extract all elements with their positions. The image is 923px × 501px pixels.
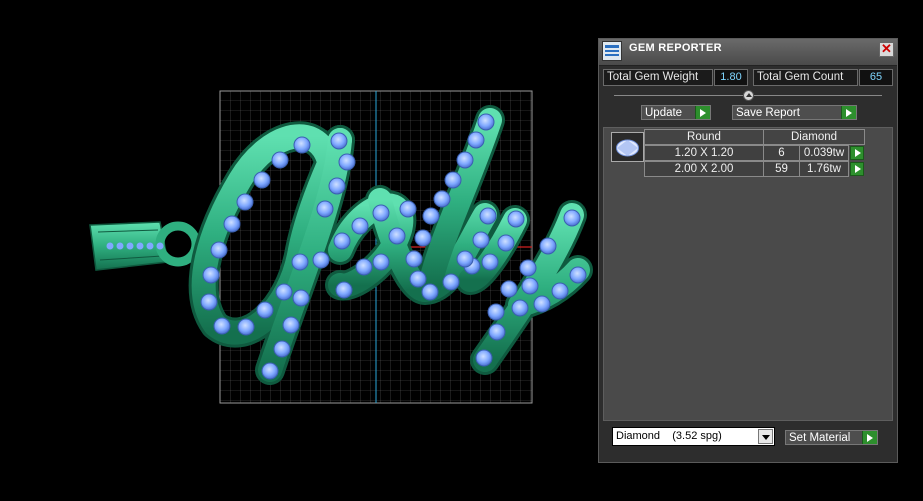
close-icon[interactable]: ✕ xyxy=(879,42,894,57)
gem-results-area: Round Diamond 1.20 X 1.20 6 0.039tw 2.00… xyxy=(603,127,893,421)
update-button[interactable]: Update xyxy=(641,105,711,120)
save-report-button[interactable]: Save Report xyxy=(732,105,857,120)
row2-count: 59 xyxy=(763,161,800,177)
play-icon[interactable] xyxy=(850,162,864,176)
viewport-canvas[interactable] xyxy=(0,0,597,501)
gem-reporter-panel: GEM REPORTER ✕ Total Gem Weight 1.80 Tot… xyxy=(598,38,898,463)
row1-size: 1.20 X 1.20 xyxy=(644,145,764,161)
total-gem-count-label: Total Gem Count xyxy=(753,69,858,86)
row2-size: 2.00 X 2.00 xyxy=(644,161,764,177)
header-round: Round xyxy=(644,129,764,145)
material-select-value: Diamond (3.52 spg) xyxy=(616,430,722,442)
header-diamond: Diamond xyxy=(763,129,865,145)
play-icon xyxy=(841,106,856,119)
slider-knob-icon[interactable] xyxy=(743,90,754,101)
play-icon xyxy=(862,431,877,444)
dropdown-arrow-icon[interactable] xyxy=(758,429,773,444)
app-icon xyxy=(602,41,622,61)
row1-count: 6 xyxy=(763,145,800,161)
play-icon[interactable] xyxy=(850,146,864,160)
total-gem-weight-value: 1.80 xyxy=(714,69,748,86)
set-material-label: Set Material xyxy=(789,432,851,444)
update-label: Update xyxy=(645,107,683,119)
total-gem-weight-label: Total Gem Weight xyxy=(603,69,713,86)
panel-title: GEM REPORTER xyxy=(629,42,722,54)
set-material-button[interactable]: Set Material xyxy=(785,430,878,445)
play-icon xyxy=(695,106,710,119)
save-report-label: Save Report xyxy=(736,107,800,119)
panel-titlebar[interactable]: GEM REPORTER ✕ xyxy=(599,39,897,66)
3d-viewport[interactable] xyxy=(0,0,597,501)
material-select[interactable]: Diamond (3.52 spg) xyxy=(612,427,775,446)
gem-round-icon[interactable] xyxy=(611,132,644,162)
pendant-bail xyxy=(89,221,201,271)
row1-weight: 0.039tw xyxy=(799,145,849,161)
total-gem-count-value: 65 xyxy=(859,69,893,86)
row2-weight: 1.76tw xyxy=(799,161,849,177)
